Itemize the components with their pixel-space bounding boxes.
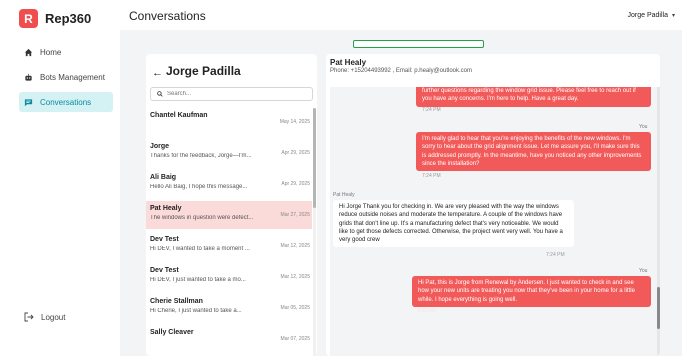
conversation-name: Dev Test	[150, 236, 179, 243]
conversation-date: May 14, 2025	[279, 119, 310, 125]
sidebar-item-home[interactable]: Home	[19, 42, 113, 62]
conversation-item[interactable]: Chantel Kaufman May 14, 2025	[146, 108, 312, 136]
search-icon	[157, 91, 163, 97]
sidebar-item-bots-management[interactable]: Bots Management	[19, 67, 113, 87]
conversation-preview: Thanks for the feedback, Jorge—I'm...	[150, 153, 252, 159]
progress-bar	[353, 40, 484, 48]
conversation-list-panel: ← Jorge Padilla Chantel Kaufman May 14, …	[146, 54, 317, 356]
back-arrow-icon[interactable]: ←	[152, 67, 163, 79]
conversation-date: Mar 12, 2025	[280, 274, 310, 280]
conversation-name: Sally Cleaver	[150, 329, 194, 336]
logout-icon	[24, 312, 34, 322]
conversation-date: Apr 29, 2025	[281, 181, 310, 187]
conversation-date: Mar 07, 2025	[280, 336, 310, 342]
conversation-item-selected[interactable]: Pat Healy The windows in question were d…	[146, 201, 312, 229]
conversation-item[interactable]: Jorge Thanks for the feedback, Jorge—I'm…	[146, 139, 312, 167]
search-box[interactable]	[150, 87, 313, 101]
conversation-name: Ali Baig	[150, 174, 177, 181]
conversation-name: Jorge	[150, 143, 170, 150]
message-sender: You	[639, 268, 648, 274]
conversation-preview: Hi DEV, I just wanted to take a mo...	[150, 277, 246, 283]
conversation-date: Mar 27, 2025	[280, 212, 310, 218]
sidebar-nav: Home Bots Management Conversations	[19, 42, 113, 117]
message-sender: Pat Healy	[333, 192, 355, 198]
message-time: 7:24 PM	[422, 173, 441, 179]
message-time: 7:24 PM	[422, 107, 441, 113]
conversation-name: Pat Healy	[150, 205, 182, 212]
brand[interactable]: R Rep360	[19, 9, 91, 28]
bot-icon	[25, 73, 32, 81]
conversation-item[interactable]: Dev Test Hi DEV, I wanted to take a mome…	[146, 232, 312, 260]
conversation-item[interactable]: Sally Cleaver Mar 07, 2025	[146, 325, 312, 353]
conversation-preview: Hi DEV, I wanted to take a moment ...	[150, 246, 250, 252]
user-menu[interactable]: Jorge Padilla ▾	[628, 12, 675, 19]
message-time: 6:23 AM	[418, 308, 437, 314]
chat-scrollbar[interactable]	[657, 87, 660, 356]
chevron-down-icon: ▾	[671, 13, 675, 19]
conversation-item[interactable]: Ali Baig Hello Ali Baig, I hope this mes…	[146, 170, 312, 198]
chat-icon	[24, 98, 33, 106]
conversation-name: Dev Test	[150, 267, 179, 274]
message-bubble-outgoing: further questions regarding the window g…	[416, 87, 651, 107]
sidebar: R Rep360 Home Bots Management Conversati…	[0, 0, 120, 356]
conversation-name: Chantel Kaufman	[150, 112, 208, 119]
brand-name: Rep360	[45, 11, 92, 26]
logout-label: Logout	[41, 312, 66, 322]
message-bubble-incoming: Hi Jorge Thank you for checking in. We a…	[333, 200, 574, 248]
message-thread: further questions regarding the window g…	[330, 87, 660, 356]
contact-details: Phone: +15204493992 , Email: p.healy@out…	[330, 68, 473, 74]
main-content: ← Jorge Padilla Chantel Kaufman May 14, …	[120, 30, 682, 356]
conversation-name: Cherie Stallman	[150, 298, 203, 305]
chat-panel: Pat Healy Phone: +15204493992 , Email: p…	[326, 54, 660, 356]
top-header: Conversations Jorge Padilla ▾	[120, 0, 682, 30]
user-name: Jorge Padilla	[627, 12, 668, 19]
message-sender: You	[639, 124, 648, 130]
sidebar-item-label: Bots Management	[40, 72, 105, 82]
chat-scrollbar-thumb[interactable]	[657, 287, 660, 329]
message-time: 7:24 PM	[546, 252, 565, 258]
contact-name: Pat Healy	[330, 58, 367, 67]
conversation-item[interactable]: Dev Test Hi DEV, I just wanted to take a…	[146, 263, 312, 291]
list-scrollbar[interactable]	[313, 108, 316, 356]
conversation-preview: The windows in question were defect...	[150, 215, 254, 221]
list-title: Jorge Padilla	[166, 64, 241, 78]
sidebar-item-label: Conversations	[40, 97, 92, 107]
conversation-preview: Hello Ali Baig, I hope this message...	[150, 184, 248, 190]
conversation-list: Chantel Kaufman May 14, 2025 Jorge Thank…	[146, 108, 312, 356]
sidebar-item-label: Home	[40, 47, 62, 57]
sidebar-item-conversations[interactable]: Conversations	[19, 92, 113, 112]
conversation-date: Mar 12, 2025	[280, 243, 310, 249]
brand-logo: R	[19, 9, 38, 28]
conversation-item[interactable]: Cherie Stallman Hi Cherie, I just wanted…	[146, 294, 312, 322]
list-scrollbar-thumb[interactable]	[313, 108, 316, 208]
page-title: Conversations	[129, 9, 206, 23]
conversation-date: Mar 05, 2025	[280, 305, 310, 311]
conversation-preview: Hi Cherie, I just wanted to take a...	[150, 308, 242, 314]
message-bubble-outgoing: I'm really glad to hear that you're enjo…	[416, 132, 651, 172]
home-icon	[24, 48, 33, 56]
logout-button[interactable]: Logout	[24, 312, 65, 322]
message-bubble-outgoing: Hi Pat, this is Jorge from Renewal by An…	[412, 276, 651, 307]
search-input[interactable]	[167, 91, 307, 97]
conversation-date: Apr 29, 2025	[281, 150, 310, 156]
